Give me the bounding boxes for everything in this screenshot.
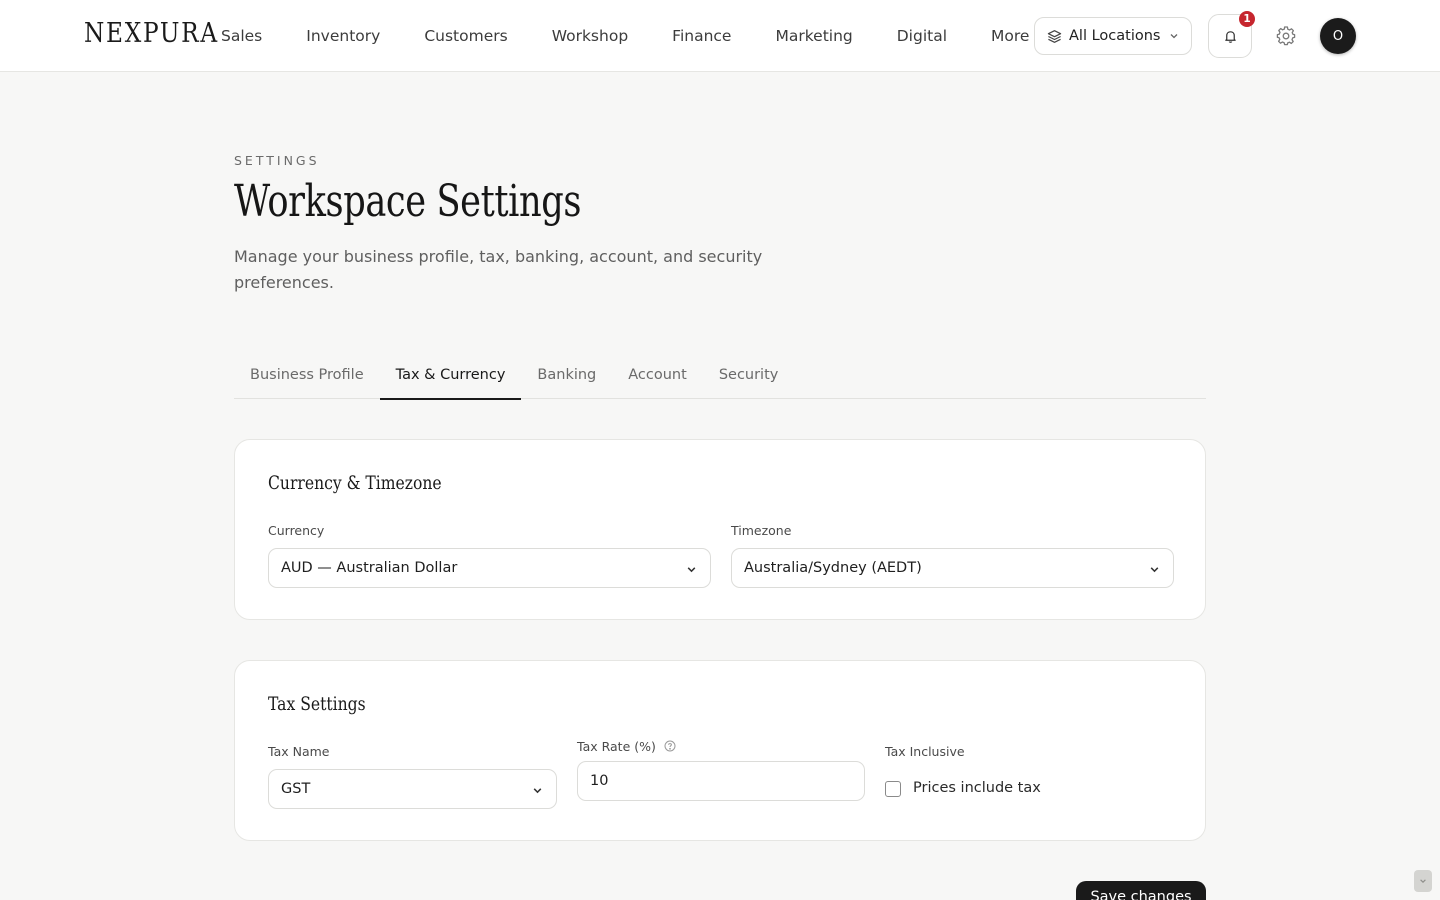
chevron-down-icon [1420,879,1426,883]
page-subtitle: Manage your business profile, tax, banki… [234,247,763,292]
nav-item-customers[interactable]: Customers [402,0,529,72]
card-title: Tax Settings [268,693,366,715]
tax-name-label: Tax Name [268,744,330,759]
tab-security[interactable]: Security [703,353,795,399]
chevron-down-icon [1171,34,1178,39]
timezone-label: Timezone [731,523,792,538]
location-selector-label: All Locations [1069,28,1161,44]
chevron-down-icon [533,788,542,794]
chevron-down-icon [687,567,696,573]
tax-inclusive-label: Tax Inclusive [885,744,965,759]
tab-banking[interactable]: Banking [521,353,612,399]
page-eyebrow: SETTINGS [234,153,320,168]
layers-icon [1047,29,1062,43]
tab-account[interactable]: Account [612,353,703,399]
location-selector-button[interactable]: All Locations [1034,17,1192,55]
gear-icon[interactable] [1276,26,1296,46]
chevron-down-icon [1150,567,1159,573]
prices-include-tax-checkbox[interactable] [885,781,901,797]
save-changes-button[interactable]: Save changes [1076,881,1206,900]
card-title: Currency & Timezone [268,472,442,494]
nav-item-sales[interactable]: Sales [199,0,284,72]
tax-rate-label-text: Tax Rate (%) [577,739,656,754]
nav-item-marketing[interactable]: Marketing [753,0,874,72]
currency-label: Currency [268,523,325,538]
tax-rate-input[interactable] [577,761,865,801]
scroll-down-handle[interactable] [1414,870,1432,892]
tab-tax-currency[interactable]: Tax & Currency [379,353,522,400]
nav-item-digital[interactable]: Digital [875,0,969,72]
bell-icon [1224,30,1236,43]
tax-name-select-value: GST [281,781,311,797]
tax-settings-card: Tax Settings Tax Name GST Tax Rate (%) T… [234,660,1206,841]
top-navigation-bar: NEXPURA Sales Inventory Customers Worksh… [0,0,1440,72]
notification-count-badge: 1 [1239,11,1255,27]
currency-select-value: AUD — Australian Dollar [281,560,458,576]
currency-select[interactable]: AUD — Australian Dollar [268,548,711,588]
nav-item-workshop[interactable]: Workshop [530,0,650,72]
user-avatar[interactable]: O [1320,18,1356,54]
tax-rate-label: Tax Rate (%) [577,739,676,754]
prices-include-tax-label[interactable]: Prices include tax [913,780,1041,796]
main-nav: Sales Inventory Customers Workshop Finan… [199,0,1051,72]
timezone-select[interactable]: Australia/Sydney (AEDT) [731,548,1174,588]
tab-business-profile[interactable]: Business Profile [234,353,380,399]
tax-name-select[interactable]: GST [268,769,557,809]
nav-item-finance[interactable]: Finance [650,0,753,72]
timezone-select-value: Australia/Sydney (AEDT) [744,560,922,576]
currency-timezone-card: Currency & Timezone Currency AUD — Austr… [234,439,1206,620]
page-title: Workspace Settings [234,176,582,227]
settings-tabs: Business Profile Tax & Currency Banking … [234,353,1206,400]
nav-item-inventory[interactable]: Inventory [284,0,402,72]
help-icon[interactable] [664,740,676,752]
